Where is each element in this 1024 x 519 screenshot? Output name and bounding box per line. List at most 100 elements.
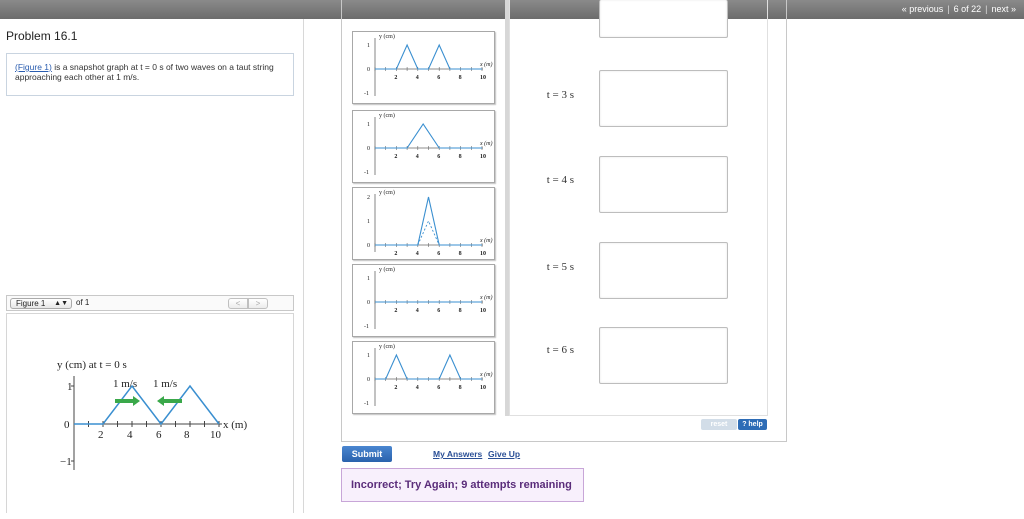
- mini-ytick: 0: [367, 300, 370, 306]
- mini-xtick: 10: [480, 385, 486, 391]
- problem-panel: Problem 16.1 (Figure 1) is a snapshot gr…: [0, 19, 304, 513]
- figure-toolbar: Figure 1 ▲▼ of 1 < >: [6, 295, 294, 311]
- problem-position: 6 of 22: [953, 4, 982, 14]
- figure-select[interactable]: Figure 1 ▲▼: [10, 298, 72, 309]
- feedback-message: Incorrect; Try Again; 9 attempts remaini…: [341, 468, 584, 502]
- reset-button[interactable]: reset: [701, 419, 737, 430]
- mini-xtick: 8: [459, 385, 462, 391]
- mini-ytick: 1: [367, 353, 370, 359]
- mini-xlabel: x (m): [479, 237, 493, 244]
- mini-wave: [375, 123, 482, 149]
- mini-xtick: 4: [416, 154, 419, 160]
- mini-xtick: 10: [480, 308, 486, 314]
- figure-waves: [74, 384, 220, 426]
- mini-xtick: 2: [394, 385, 397, 391]
- drop-target-t5[interactable]: [599, 242, 728, 299]
- mini-xtick: 6: [437, 154, 440, 160]
- mini-ytick: 0: [367, 146, 370, 152]
- submit-button[interactable]: Submit: [342, 446, 392, 462]
- problem-description: (Figure 1) is a snapshot graph at t = 0 …: [6, 53, 294, 96]
- graph-choice-2-plot: 2 4 6 8 10 x (m) y (cm) 0 1 -1: [364, 112, 493, 176]
- figure-xtick: 4: [127, 429, 133, 441]
- figure-1-graph: y (cm) at t = 0 s 1 0 −1 2 4 6 8 10 x (m…: [57, 359, 247, 470]
- graph-choice-5[interactable]: 2 4 6 8 10 x (m) y (cm) 0 1 -1: [352, 341, 495, 414]
- mini-xtick: 2: [394, 251, 397, 257]
- mini-xtick: 6: [437, 75, 440, 81]
- mini-xtick: 10: [480, 75, 486, 81]
- mini-xlabel: x (m): [479, 61, 493, 68]
- mini-xtick: 6: [437, 251, 440, 257]
- mini-ytick: 2: [367, 195, 370, 201]
- problem-title: Problem 16.1: [6, 29, 78, 43]
- figure-ytick: −1: [60, 456, 72, 468]
- drop-target-t3[interactable]: [599, 70, 728, 127]
- figure-link[interactable]: (Figure 1): [15, 62, 52, 72]
- mini-xtick: 8: [459, 251, 462, 257]
- mini-ylabel: y (cm): [379, 266, 395, 273]
- mini-xtick: 8: [459, 308, 462, 314]
- figure-count: of 1: [76, 298, 90, 307]
- mini-xtick: 2: [394, 75, 397, 81]
- drop-target-t2[interactable]: [599, 0, 728, 38]
- mini-xtick: 6: [437, 308, 440, 314]
- mini-xlabel: x (m): [479, 294, 493, 301]
- graph-choice-5-plot: 2 4 6 8 10 x (m) y (cm) 0 1 -1: [364, 343, 493, 407]
- time-label-t6: t = 6 s: [546, 344, 574, 356]
- figure-xtick: 6: [156, 429, 162, 441]
- mini-ytick: 1: [367, 43, 370, 49]
- left-arrow-icon: [157, 396, 182, 406]
- figure-area: y (cm) at t = 0 s 1 0 −1 2 4 6 8 10 x (m…: [6, 313, 294, 513]
- mini-wave: [375, 43, 482, 70]
- figure-ytick: 0: [64, 419, 70, 431]
- time-label-t3: t = 3 s: [546, 89, 574, 101]
- figure-prev-button[interactable]: <: [228, 298, 248, 309]
- graph-choice-3[interactable]: 2 4 6 8 10 x (m) y (cm) 0 2 1: [352, 187, 495, 260]
- time-label-t4: t = 4 s: [546, 174, 574, 186]
- graph-choice-2[interactable]: 2 4 6 8 10 x (m) y (cm) 0 1 -1: [352, 110, 495, 183]
- mini-ytick: -1: [364, 324, 369, 330]
- mini-xtick: 8: [459, 75, 462, 81]
- my-answers-link[interactable]: My Answers: [433, 449, 482, 459]
- mini-xlabel: x (m): [479, 140, 493, 147]
- mini-xtick: 4: [416, 308, 419, 314]
- figure-ylabel: y (cm) at t = 0 s: [57, 359, 127, 371]
- graph-choice-4[interactable]: 2 4 6 8 10 x (m) y (cm) 0 1 -1: [352, 264, 495, 337]
- mini-xtick: 2: [394, 308, 397, 314]
- figure-select-value: Figure 1: [16, 299, 46, 308]
- mini-ytick: -1: [364, 401, 369, 407]
- mini-xlabel: x (m): [479, 371, 493, 378]
- previous-link[interactable]: « previous: [902, 4, 944, 14]
- give-up-link[interactable]: Give Up: [488, 449, 520, 459]
- graph-choice-1[interactable]: 2 4 6 8 10 x (m) y (cm) 0 1 -1: [352, 31, 495, 104]
- figure-xtick: 10: [210, 429, 222, 441]
- help-button[interactable]: ? help: [738, 419, 767, 430]
- select-arrows-icon: ▲▼: [54, 300, 68, 307]
- mini-ytick: -1: [364, 91, 369, 97]
- mini-wave: [375, 353, 482, 380]
- mini-xtick: 4: [416, 75, 419, 81]
- time-label-t5: t = 5 s: [546, 261, 574, 273]
- figure-next-button[interactable]: >: [248, 298, 268, 309]
- problem-navigation: « previous | 6 of 22 | next »: [902, 4, 1016, 14]
- description-text: is a snapshot graph at t = 0 s of two wa…: [15, 62, 274, 82]
- graph-choice-3-plot: 2 4 6 8 10 x (m) y (cm) 0 2 1: [367, 189, 493, 257]
- mini-wave: [375, 196, 482, 246]
- nav-separator: |: [985, 4, 988, 14]
- figure-xlabel: x (m): [223, 419, 247, 431]
- drop-target-t4[interactable]: [599, 156, 728, 213]
- mini-ytick: 1: [367, 219, 370, 225]
- right-wave-speed: 1 m/s: [153, 378, 177, 390]
- figure-xtick: 2: [98, 429, 104, 441]
- mini-ytick: 1: [367, 276, 370, 282]
- nav-separator: |: [947, 4, 950, 14]
- mini-ytick: -1: [364, 170, 369, 176]
- figure-xtick: 8: [184, 429, 190, 441]
- drop-target-t6[interactable]: [599, 327, 728, 384]
- mini-xtick: 2: [394, 154, 397, 160]
- mini-ylabel: y (cm): [379, 33, 395, 40]
- mini-ytick: 0: [367, 67, 370, 73]
- next-link[interactable]: next »: [991, 4, 1016, 14]
- figure-ytick: 1: [67, 381, 73, 393]
- mini-ylabel: y (cm): [379, 343, 395, 350]
- mini-xtick: 10: [480, 251, 486, 257]
